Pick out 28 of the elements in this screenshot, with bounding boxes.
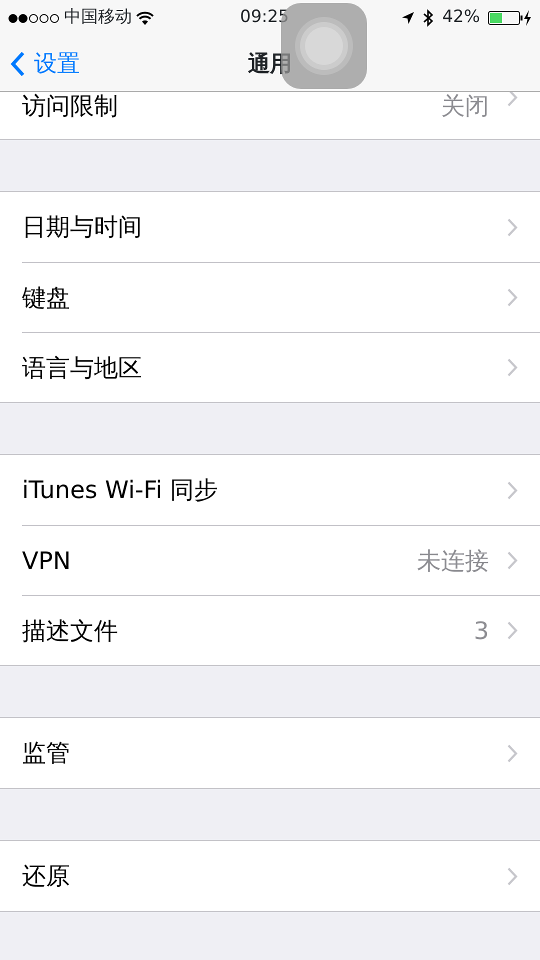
- battery-charging-icon: [488, 10, 532, 26]
- settings-row[interactable]: 日期与时间: [22, 192, 540, 262]
- row-value: 未连接: [417, 546, 489, 576]
- carrier-name: 中国移动: [64, 6, 132, 30]
- clock-time: 09:25: [240, 6, 289, 30]
- chevron-icon: [507, 480, 518, 500]
- chevron-icon: [507, 551, 518, 570]
- settings-row[interactable]: 语言与地区: [22, 332, 540, 402]
- chevron-icon: [507, 744, 518, 762]
- chevron-icon: [507, 621, 518, 640]
- chevron-icon: [507, 866, 518, 886]
- bluetooth-icon: [423, 9, 434, 27]
- location-arrow-icon: [401, 11, 416, 25]
- settings-row[interactable]: 键盘: [22, 262, 540, 332]
- settings-row[interactable]: 描述文件 3: [22, 595, 540, 665]
- chevron-icon: [507, 288, 518, 307]
- battery-percentage: 42%: [442, 6, 480, 30]
- back-button[interactable]: 设置: [10, 46, 80, 82]
- page-title: 通用: [248, 52, 292, 76]
- wifi-icon: [136, 11, 154, 25]
- settings-row[interactable]: VPN 未连接: [22, 525, 540, 595]
- row-value: 3: [474, 616, 489, 646]
- chevron-icon: [507, 218, 518, 236]
- signal-icon: [8, 12, 60, 24]
- chevron-icon: [507, 358, 518, 377]
- settings-row[interactable]: iTunes Wi-Fi 同步: [22, 455, 540, 525]
- row-value: 关闭: [441, 91, 489, 122]
- back-chevron-icon: [10, 51, 26, 77]
